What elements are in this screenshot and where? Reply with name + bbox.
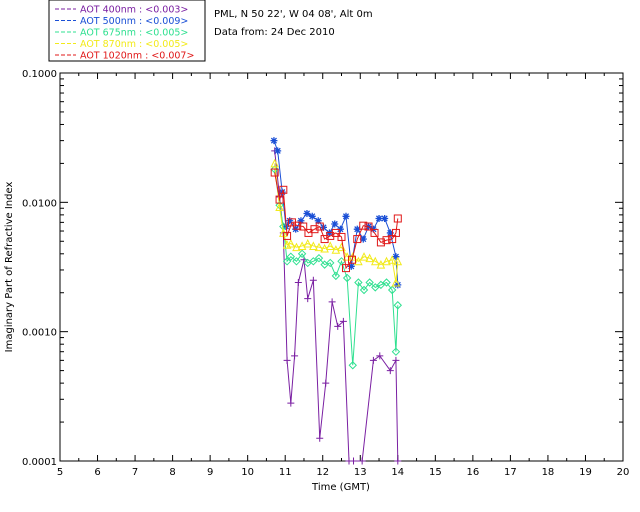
legend: AOT 400nm : <0.003>AOT 500nm : <0.009>AO… xyxy=(48,0,206,62)
x-tick-label: 9 xyxy=(207,467,213,478)
x-tick-label: 10 xyxy=(241,467,254,478)
y-tick-label: 0.0010 xyxy=(22,328,57,339)
site-annotation: PML, N 50 22', W 04 08', Alt 0m xyxy=(214,9,373,20)
x-tick-label: 6 xyxy=(94,467,100,478)
y-tick-label: 0.0100 xyxy=(22,198,57,209)
x-axis-label: Time (GMT) xyxy=(311,482,370,493)
data-point xyxy=(274,147,282,155)
data-point xyxy=(342,212,350,220)
data-point xyxy=(381,214,389,222)
legend-entry: AOT 1020nm : <0.007> xyxy=(80,51,194,62)
data-point xyxy=(331,220,339,228)
legend-entry: AOT 500nm : <0.009> xyxy=(80,16,188,27)
x-tick-label: 12 xyxy=(316,467,329,478)
x-tick-label: 18 xyxy=(542,467,555,478)
legend-entry: AOT 400nm : <0.003> xyxy=(80,5,188,16)
data-point xyxy=(308,212,316,220)
x-tick-label: 14 xyxy=(391,467,404,478)
y-tick-label: 0.0001 xyxy=(22,457,57,468)
data-point xyxy=(270,137,278,145)
x-tick-label: 20 xyxy=(617,467,630,478)
x-tick-label: 16 xyxy=(466,467,479,478)
x-tick-label: 5 xyxy=(57,467,63,478)
x-tick-label: 11 xyxy=(279,467,292,478)
x-tick-label: 13 xyxy=(354,467,367,478)
y-axis-label: Imaginary Part of Refractive Index xyxy=(4,182,15,353)
x-tick-label: 8 xyxy=(169,467,175,478)
legend-entry: AOT 675nm : <0.005> xyxy=(80,28,188,39)
y-tick-label: 0.1000 xyxy=(22,69,57,80)
date-annotation: Data from: 24 Dec 2010 xyxy=(214,27,335,38)
x-tick-label: 17 xyxy=(504,467,517,478)
x-tick-label: 15 xyxy=(429,467,442,478)
legend-entry: AOT 870nm : <0.005> xyxy=(80,39,188,50)
x-tick-label: 7 xyxy=(132,467,138,478)
refractive-index-chart: AOT 400nm : <0.003>AOT 500nm : <0.009>AO… xyxy=(0,0,640,512)
x-tick-label: 19 xyxy=(579,467,592,478)
